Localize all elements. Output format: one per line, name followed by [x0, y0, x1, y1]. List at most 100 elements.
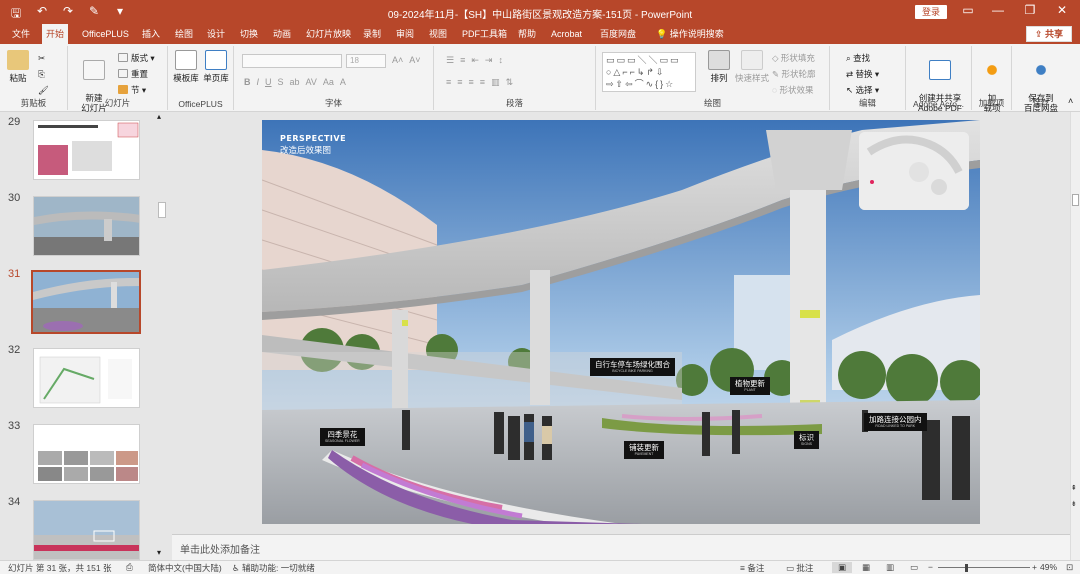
tab-transitions[interactable]: 切换	[236, 24, 262, 44]
zoom-out-icon[interactable]: −	[928, 562, 933, 572]
line-spacing-icon[interactable]: ↕	[498, 55, 503, 66]
fit-to-window-icon[interactable]: ⊡	[1066, 562, 1073, 573]
grow-font-icon[interactable]: A˄	[392, 55, 403, 65]
tab-draw[interactable]: 绘图	[171, 24, 197, 44]
slide-thumbnail-34[interactable]	[33, 500, 140, 560]
callout-zh: 自行车停车场绿化围合	[595, 360, 670, 369]
font-name-box[interactable]	[242, 54, 342, 68]
paste-button[interactable]: 粘贴	[6, 50, 30, 83]
decrease-indent-icon[interactable]: ⇤	[471, 55, 479, 66]
slide-thumbnail-32[interactable]	[33, 348, 140, 408]
align-center-icon[interactable]: ≡	[457, 77, 462, 88]
notes-toggle[interactable]: ≡ 备注	[740, 562, 764, 574]
find-button[interactable]: ⌕ 查找	[846, 52, 870, 64]
zoom-in-icon[interactable]: +	[1032, 562, 1037, 572]
copy-icon[interactable]: ⎘	[38, 68, 45, 80]
tab-animations[interactable]: 动画	[269, 24, 295, 44]
reading-view-icon[interactable]: ▥	[886, 562, 894, 573]
zoom-level[interactable]: 49%	[1040, 562, 1057, 572]
arrange-button[interactable]: 排列	[704, 50, 734, 83]
shape-fill-button[interactable]: ◇ 形状填充	[772, 52, 815, 64]
font-color-icon[interactable]: A	[340, 77, 346, 87]
scroll-down-icon[interactable]: ▾	[157, 548, 161, 557]
justify-icon[interactable]: ≡	[480, 77, 485, 88]
text-direction-icon[interactable]: ⇅	[506, 77, 514, 88]
shrink-font-icon[interactable]: A˅	[409, 55, 420, 65]
collapse-ribbon-icon[interactable]: ˄	[1068, 96, 1073, 106]
tab-insert[interactable]: 插入	[138, 24, 164, 44]
notes-pane[interactable]: 单击此处添加备注	[172, 534, 1070, 560]
minimize-icon[interactable]: —	[988, 3, 1008, 17]
tab-review[interactable]: 审阅	[392, 24, 418, 44]
align-right-icon[interactable]: ≡	[469, 77, 474, 88]
columns-icon[interactable]: ▥	[491, 77, 500, 88]
section-button[interactable]: 节 ▾	[118, 84, 146, 96]
shape-effects-button[interactable]: ◌ 形状效果	[772, 84, 813, 96]
slide-sorter-icon[interactable]: ▦	[862, 562, 870, 573]
layout-button[interactable]: 版式 ▾	[118, 52, 155, 64]
tab-pdf-toolbox[interactable]: PDF工具箱	[458, 24, 511, 44]
accessibility-status[interactable]: ♿ 辅助功能: 一切就绪	[232, 562, 315, 574]
font-size-box[interactable]: 18	[346, 54, 386, 68]
reset-button[interactable]: 重置	[118, 68, 148, 80]
thumbnails-scroll-thumb[interactable]	[158, 202, 166, 218]
tab-design[interactable]: 设计	[203, 24, 229, 44]
align-left-icon[interactable]: ≡	[446, 77, 451, 88]
tab-help[interactable]: 帮助	[514, 24, 540, 44]
bullets-icon[interactable]: ☰	[446, 55, 454, 66]
template-library-button[interactable]: 模板库	[172, 50, 200, 83]
slide-thumbnail-33[interactable]	[33, 424, 140, 484]
numbering-icon[interactable]: ≡	[460, 55, 465, 66]
language-indicator[interactable]: 简体中文(中国大陆)	[148, 562, 222, 574]
slideshow-icon[interactable]: ▭	[910, 562, 918, 573]
char-spacing-icon[interactable]: AV	[306, 77, 317, 87]
underline-icon[interactable]: U	[265, 77, 272, 87]
change-case-icon[interactable]: Aa	[323, 77, 334, 87]
slide-scroll-thumb[interactable]	[1072, 194, 1079, 206]
tab-baidu-netdisk[interactable]: 百度网盘	[596, 24, 640, 44]
slide-scrollbar[interactable]: ⇞ ⇟	[1070, 112, 1080, 560]
format-painter-small-icon[interactable]: 🖌	[38, 84, 49, 96]
normal-view-icon[interactable]: ▣	[832, 562, 852, 573]
previous-slide-icon[interactable]: ⇞	[1071, 484, 1077, 492]
tab-officeplus[interactable]: OfficePLUS	[78, 24, 133, 44]
tab-record[interactable]: 录制	[359, 24, 385, 44]
callout-road-to-park: 加路连接公园内 ROAD LINKED TO PARK	[864, 413, 927, 431]
increase-indent-icon[interactable]: ⇥	[485, 55, 493, 66]
quick-styles-button[interactable]: 快速样式	[734, 50, 770, 83]
ribbon-display-icon[interactable]: ▭	[958, 3, 978, 17]
tab-home[interactable]: 开始	[42, 24, 69, 44]
strikethrough-icon[interactable]: ab	[290, 77, 300, 87]
slide-thumbnail-31[interactable]	[31, 270, 141, 334]
scroll-up-icon[interactable]: ▴	[157, 112, 161, 121]
bold-icon[interactable]: B	[244, 77, 251, 87]
shape-outline-button[interactable]: ✎ 形状轮廓	[772, 68, 816, 80]
comments-toggle[interactable]: ▭ 批注	[786, 562, 813, 574]
replace-button[interactable]: ⇄ 替换 ▾	[846, 68, 879, 80]
share-button[interactable]: ⇪ 共享	[1026, 26, 1072, 42]
italic-icon[interactable]: I	[257, 77, 260, 87]
close-icon[interactable]: ✕	[1052, 3, 1072, 17]
tell-me-search[interactable]: 💡 操作说明搜索	[652, 24, 728, 44]
current-slide[interactable]: PERSPECTIVE 改造后效果图 自行车停车场绿化围合 BICYCLE BI…	[262, 120, 980, 524]
select-button[interactable]: ↖ 选择 ▾	[846, 84, 879, 96]
spellcheck-icon[interactable]: ⎙	[126, 562, 133, 573]
next-slide-icon[interactable]: ⇟	[1071, 500, 1077, 508]
tab-file[interactable]: 文件	[8, 24, 34, 44]
thumbnails-scrollbar[interactable]: ▴ ▾	[157, 112, 167, 560]
login-button[interactable]: 登录	[915, 5, 947, 19]
zoom-slider-thumb[interactable]	[965, 564, 968, 572]
slide-thumbnail-30[interactable]	[33, 196, 140, 256]
tab-acrobat[interactable]: Acrobat	[547, 24, 586, 44]
zoom-slider[interactable]	[938, 567, 1030, 568]
cut-icon[interactable]: ✂	[38, 52, 45, 64]
slide-thumbnail-29[interactable]	[33, 120, 140, 180]
single-page-library-button[interactable]: 单页库	[202, 50, 230, 83]
restore-icon[interactable]: ❐	[1020, 3, 1040, 17]
tab-slideshow[interactable]: 幻灯片放映	[302, 24, 355, 44]
shape-fill-label: 形状填充	[780, 53, 815, 63]
shapes-gallery[interactable]: ▭▭▭＼＼▭▭ ○△⌐⌐↳↱⇩ ⇨⇧⇦⌒∿{}☆	[602, 52, 696, 92]
tab-view[interactable]: 视图	[425, 24, 451, 44]
paragraph-group-label: 段落	[505, 98, 523, 108]
shadow-icon[interactable]: S	[278, 77, 284, 87]
